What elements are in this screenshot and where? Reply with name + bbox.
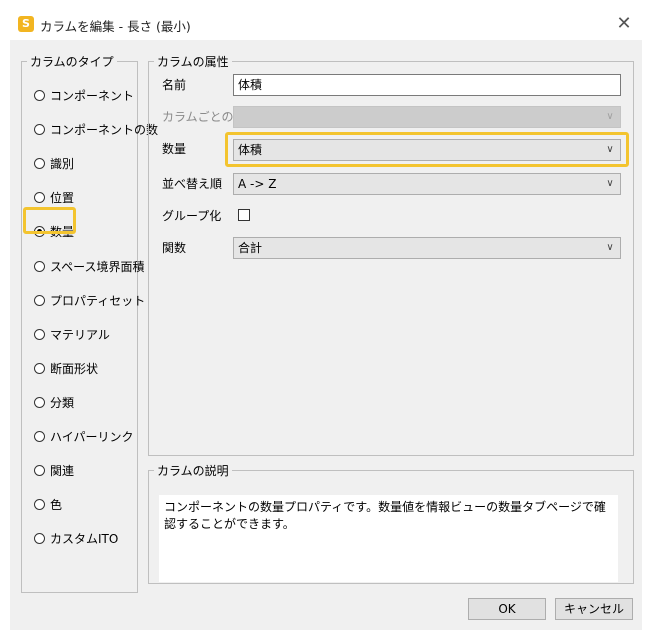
column-type-option-label: ハイパーリンク [50, 429, 134, 444]
per-value-dropdown: ∨ [233, 106, 621, 128]
group-label: グループ化 [162, 209, 222, 223]
selected-type-highlight [23, 207, 76, 234]
title-bar: S カラムを編集 - 長さ (最小) ✕ [10, 8, 642, 40]
column-type-legend: カラムのタイプ [30, 55, 114, 69]
radio-button-icon[interactable] [34, 328, 45, 340]
window-title: カラムを編集 - 長さ (最小) [40, 19, 191, 34]
column-description-group: カラムの説明 コンポーネントの数量プロパティです。数量値を情報ビューの数量タブペ… [148, 462, 634, 584]
sort-order-label: 並べ替え順 [162, 177, 223, 191]
radio-button-icon[interactable] [34, 260, 45, 272]
column-type-option-label: 断面形状 [50, 361, 99, 376]
column-type-option[interactable]: 断面形状 [34, 359, 98, 377]
radio-button-icon[interactable] [34, 532, 45, 544]
column-type-option-label: コンポーネント [50, 88, 135, 103]
group-checkbox[interactable] [238, 209, 250, 221]
column-type-option-label: プロパティセット [50, 293, 146, 308]
function-dropdown[interactable]: 合計 ∨ [233, 237, 621, 259]
radio-button-icon[interactable] [34, 191, 45, 203]
app-logo-icon: S [18, 16, 34, 32]
cancel-button[interactable]: キャンセル [555, 598, 633, 620]
column-type-option-label: 関連 [50, 463, 75, 478]
radio-button-icon[interactable] [34, 157, 45, 169]
column-type-option[interactable]: プロパティセット [34, 291, 145, 309]
column-type-option[interactable]: カスタムITO [34, 529, 118, 547]
chevron-down-icon: ∨ [606, 111, 614, 122]
edit-column-dialog: S カラムを編集 - 長さ (最小) ✕ カラムのタイプ コンポーネントコンポー… [10, 8, 642, 630]
radio-button-icon[interactable] [34, 123, 45, 135]
radio-button-icon[interactable] [34, 89, 45, 101]
radio-button-icon[interactable] [34, 362, 45, 374]
column-type-option[interactable]: 色 [34, 495, 62, 513]
close-icon[interactable]: ✕ [610, 10, 638, 38]
column-type-option-label: 識別 [50, 156, 75, 171]
chevron-down-icon: ∨ [606, 242, 614, 253]
column-type-option[interactable]: コンポーネントの数 [34, 120, 158, 138]
radio-button-icon[interactable] [34, 498, 45, 510]
function-label: 関数 [162, 241, 187, 255]
radio-button-icon[interactable] [34, 396, 45, 408]
column-type-option[interactable]: 分類 [34, 393, 74, 411]
column-type-option[interactable]: コンポーネント [34, 86, 134, 104]
column-type-option-label: マテリアル [50, 327, 110, 342]
column-type-option[interactable]: 識別 [34, 154, 74, 172]
column-type-option[interactable]: スペース境界面積 [34, 257, 145, 275]
column-type-option[interactable]: 関連 [34, 461, 74, 479]
sort-order-value: A -> Z [238, 177, 277, 191]
column-type-option-label: スペース境界面積 [50, 259, 145, 274]
name-input[interactable]: 体積 [233, 74, 621, 96]
radio-button-icon[interactable] [34, 294, 45, 306]
column-attributes-legend: カラムの属性 [157, 55, 229, 69]
column-description-text: コンポーネントの数量プロパティです。数量値を情報ビューの数量タブページで確認する… [159, 495, 618, 582]
function-value: 合計 [238, 241, 263, 255]
column-type-option-label: コンポーネントの数 [50, 122, 159, 137]
name-label: 名前 [162, 78, 187, 92]
ok-button[interactable]: OK [468, 598, 546, 620]
quantity-label: 数量 [162, 142, 187, 156]
column-type-option-label: 位置 [50, 190, 75, 205]
sort-order-dropdown[interactable]: A -> Z ∨ [233, 173, 621, 195]
column-type-option-label: カスタムITO [50, 531, 119, 546]
column-type-option-label: 色 [50, 497, 63, 512]
column-description-legend: カラムの説明 [157, 464, 229, 478]
chevron-down-icon: ∨ [606, 178, 614, 189]
quantity-highlight [225, 132, 629, 167]
radio-button-icon[interactable] [34, 464, 45, 476]
column-type-option[interactable]: 位置 [34, 188, 74, 206]
radio-button-icon[interactable] [34, 430, 45, 442]
column-type-option[interactable]: ハイパーリンク [34, 427, 134, 445]
column-type-option-label: 分類 [50, 395, 75, 410]
column-type-option[interactable]: マテリアル [34, 325, 110, 343]
